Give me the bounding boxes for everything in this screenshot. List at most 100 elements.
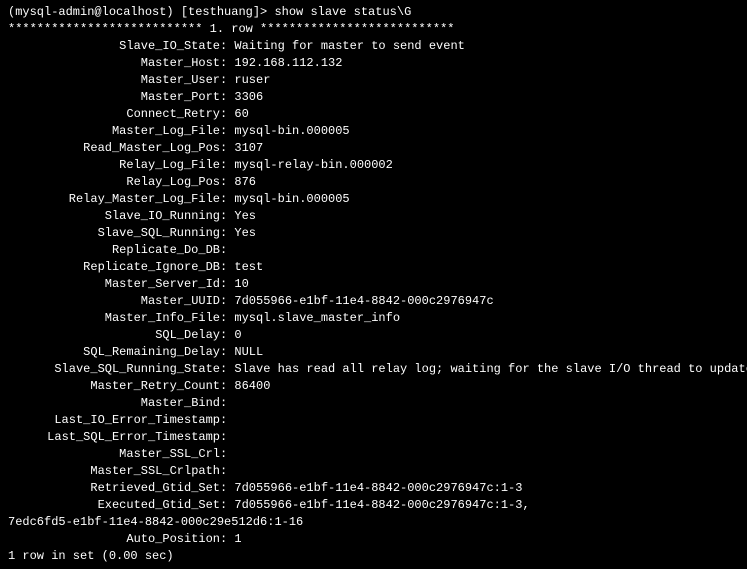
field-sep: : <box>220 107 234 121</box>
status-field: Master_Info_File: mysql.slave_master_inf… <box>8 310 739 327</box>
field-value: 0 <box>234 328 241 342</box>
field-value: ruser <box>234 73 270 87</box>
status-field: SQL_Delay: 0 <box>8 327 739 344</box>
field-sep: : <box>220 532 234 546</box>
field-value: Slave has read all relay log; waiting fo… <box>234 362 747 376</box>
status-field: Retrieved_Gtid_Set: 7d055966-e1bf-11e4-8… <box>8 480 739 497</box>
field-value: 60 <box>234 107 248 121</box>
field-sep: : <box>220 192 234 206</box>
field-label: Last_SQL_Error_Timestamp <box>8 429 220 446</box>
field-label: Retrieved_Gtid_Set <box>8 480 220 497</box>
field-value: Yes <box>234 226 256 240</box>
field-label: Master_Retry_Count <box>8 378 220 395</box>
field-sep: : <box>220 498 234 512</box>
status-field: Master_UUID: 7d055966-e1bf-11e4-8842-000… <box>8 293 739 310</box>
executed-gtid-continuation: 7edc6fd5-e1bf-11e4-8842-000c29e512d6:1-1… <box>8 514 739 531</box>
field-value: Yes <box>234 209 256 223</box>
field-value: mysql.slave_master_info <box>234 311 400 325</box>
field-label: SQL_Remaining_Delay <box>8 344 220 361</box>
field-label: Relay_Master_Log_File <box>8 191 220 208</box>
field-label: Relay_Log_File <box>8 157 220 174</box>
field-sep: : <box>220 328 234 342</box>
field-sep: : <box>220 124 234 138</box>
field-label: Master_Port <box>8 89 220 106</box>
field-sep: : <box>220 175 234 189</box>
mysql-prompt[interactable]: (mysql-admin@localhost) [testhuang]> sho… <box>8 4 739 21</box>
status-field: Master_Retry_Count: 86400 <box>8 378 739 395</box>
field-sep: : <box>220 226 234 240</box>
field-label: Executed_Gtid_Set <box>8 497 220 514</box>
status-field: Relay_Log_File: mysql-relay-bin.000002 <box>8 157 739 174</box>
field-value: NULL <box>234 345 263 359</box>
field-value: Waiting for master to send event <box>234 39 464 53</box>
status-field: Slave_IO_State: Waiting for master to se… <box>8 38 739 55</box>
field-sep: : <box>220 311 234 325</box>
status-fields: Slave_IO_State: Waiting for master to se… <box>8 38 739 514</box>
status-field: Master_SSL_Crl: <box>8 446 739 463</box>
field-sep: : <box>220 362 234 376</box>
status-field: Last_IO_Error_Timestamp: <box>8 412 739 429</box>
field-label: Read_Master_Log_Pos <box>8 140 220 157</box>
field-sep: : <box>220 430 234 444</box>
status-field: Executed_Gtid_Set: 7d055966-e1bf-11e4-88… <box>8 497 739 514</box>
field-sep: : <box>220 90 234 104</box>
field-label: Master_Host <box>8 55 220 72</box>
field-sep: : <box>220 345 234 359</box>
field-label: Slave_IO_State <box>8 38 220 55</box>
field-label: SQL_Delay <box>8 327 220 344</box>
field-value: 1 <box>234 532 241 546</box>
field-label: Last_IO_Error_Timestamp <box>8 412 220 429</box>
field-sep: : <box>220 243 234 257</box>
field-label: Replicate_Do_DB <box>8 242 220 259</box>
field-sep: : <box>220 481 234 495</box>
status-field: Master_User: ruser <box>8 72 739 89</box>
field-label: Master_User <box>8 72 220 89</box>
field-label: Master_UUID <box>8 293 220 310</box>
field-label: Slave_SQL_Running_State <box>8 361 220 378</box>
field-label: Relay_Log_Pos <box>8 174 220 191</box>
field-label: Master_Info_File <box>8 310 220 327</box>
field-sep: : <box>220 141 234 155</box>
field-sep: : <box>220 413 234 427</box>
field-label: Connect_Retry <box>8 106 220 123</box>
field-value: mysql-relay-bin.000002 <box>234 158 392 172</box>
status-field: Slave_SQL_Running_State: Slave has read … <box>8 361 739 378</box>
field-value: 3107 <box>234 141 263 155</box>
status-field: Connect_Retry: 60 <box>8 106 739 123</box>
field-sep: : <box>220 277 234 291</box>
field-sep: : <box>220 260 234 274</box>
field-value: 7d055966-e1bf-11e4-8842-000c2976947c <box>234 294 493 308</box>
field-sep: : <box>220 209 234 223</box>
field-value: mysql-bin.000005 <box>234 124 349 138</box>
field-value: 7d055966-e1bf-11e4-8842-000c2976947c:1-3 <box>234 481 522 495</box>
field-value: 3306 <box>234 90 263 104</box>
field-label: Master_SSL_Crl <box>8 446 220 463</box>
status-field: SQL_Remaining_Delay: NULL <box>8 344 739 361</box>
field-value: 192.168.112.132 <box>234 56 342 70</box>
field-sep: : <box>220 447 234 461</box>
field-value: 876 <box>234 175 256 189</box>
status-field: Replicate_Ignore_DB: test <box>8 259 739 276</box>
field-sep: : <box>220 73 234 87</box>
status-field: Slave_SQL_Running: Yes <box>8 225 739 242</box>
status-field: Read_Master_Log_Pos: 3107 <box>8 140 739 157</box>
status-field: Slave_IO_Running: Yes <box>8 208 739 225</box>
field-sep: : <box>220 158 234 172</box>
status-field: Replicate_Do_DB: <box>8 242 739 259</box>
status-field: Master_Host: 192.168.112.132 <box>8 55 739 72</box>
status-field: Master_Log_File: mysql-bin.000005 <box>8 123 739 140</box>
field-value: 7d055966-e1bf-11e4-8842-000c2976947c:1-3… <box>234 498 529 512</box>
field-label: Master_Log_File <box>8 123 220 140</box>
field-sep: : <box>220 294 234 308</box>
status-field: Relay_Log_Pos: 876 <box>8 174 739 191</box>
field-value: 86400 <box>234 379 270 393</box>
field-sep: : <box>220 39 234 53</box>
field-label: Master_Bind <box>8 395 220 412</box>
row-header: *************************** 1. row *****… <box>8 21 739 38</box>
field-value: mysql-bin.000005 <box>234 192 349 206</box>
field-sep: : <box>220 56 234 70</box>
status-field: Master_Bind: <box>8 395 739 412</box>
field-sep: : <box>220 396 234 410</box>
field-label: Slave_SQL_Running <box>8 225 220 242</box>
status-field: Last_SQL_Error_Timestamp: <box>8 429 739 446</box>
